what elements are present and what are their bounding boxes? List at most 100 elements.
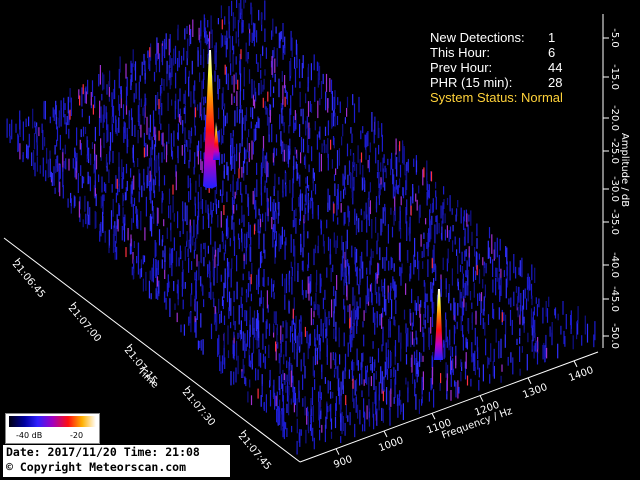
- noise-spike: [431, 366, 434, 385]
- noise-spike: [424, 293, 427, 309]
- noise-spike: [302, 108, 304, 125]
- noise-spike: [465, 270, 467, 277]
- noise-spike: [376, 240, 378, 255]
- noise-spike: [426, 160, 428, 180]
- noise-spike: [421, 382, 423, 389]
- noise-spike: [49, 150, 51, 160]
- noise-spike: [325, 91, 327, 111]
- noise-spike: [215, 186, 218, 195]
- noise-spike: [306, 331, 308, 344]
- noise-spike: [117, 188, 119, 196]
- noise-spike: [9, 123, 11, 137]
- noise-spike: [218, 298, 220, 314]
- noise-spike: [329, 195, 331, 211]
- noise-spike: [243, 254, 245, 261]
- noise-spike: [457, 200, 459, 208]
- noise-spike: [273, 323, 275, 333]
- noise-spike: [200, 252, 203, 264]
- noise-spike: [187, 38, 189, 59]
- noise-spike: [70, 198, 72, 207]
- noise-spike: [265, 394, 267, 413]
- time-tick-label: 21:06:45: [10, 259, 47, 300]
- noise-spike: [270, 196, 272, 212]
- noise-spike: [220, 128, 222, 145]
- noise-spike: [188, 130, 190, 140]
- noise-spike: [301, 279, 303, 296]
- noise-spike: [362, 424, 364, 432]
- noise-spike: [98, 116, 101, 136]
- noise-spike: [492, 279, 494, 293]
- noise-spike: [64, 103, 66, 110]
- noise-spike: [330, 352, 332, 369]
- noise-spike: [527, 273, 529, 289]
- noise-spike: [450, 303, 452, 311]
- noise-spike: [484, 284, 486, 298]
- noise-spike: [121, 159, 123, 178]
- noise-spike: [206, 34, 208, 44]
- noise-spike: [280, 374, 282, 389]
- noise-spike: [355, 164, 358, 177]
- noise-spike: [273, 199, 275, 219]
- noise-spike: [371, 293, 373, 306]
- noise-spike: [28, 116, 30, 127]
- noise-spike: [319, 98, 321, 106]
- noise-spike: [249, 379, 251, 388]
- noise-spike: [457, 281, 459, 291]
- noise-spike: [518, 267, 520, 275]
- noise-spike: [215, 249, 217, 257]
- noise-spike: [449, 195, 451, 212]
- noise-spike: [60, 108, 62, 127]
- noise-spike: [409, 265, 411, 277]
- noise-spike: [197, 210, 199, 221]
- noise-spike: [258, 320, 260, 338]
- noise-spike: [284, 45, 286, 55]
- noise-spike: [454, 302, 456, 322]
- noise-spike: [214, 190, 216, 205]
- noise-spike: [248, 33, 250, 46]
- noise-spike: [355, 310, 357, 320]
- noise-spike: [243, 89, 245, 101]
- noise-spike: [112, 88, 115, 100]
- noise-spike: [282, 85, 284, 105]
- noise-spike: [366, 295, 368, 305]
- noise-spike: [99, 65, 101, 85]
- noise-spike: [260, 352, 262, 368]
- noise-spike: [331, 299, 333, 318]
- noise-spike: [478, 269, 481, 284]
- noise-spike: [223, 153, 225, 163]
- noise-spike: [143, 255, 146, 263]
- noise-spike: [292, 84, 294, 96]
- noise-spike-hot: [399, 141, 401, 152]
- noise-spike: [418, 260, 420, 281]
- noise-spike: [500, 338, 502, 358]
- noise-spike: [584, 315, 586, 335]
- noise-spike: [243, 67, 245, 87]
- legend-high-label: -20: [70, 431, 84, 440]
- noise-spike: [108, 229, 110, 248]
- noise-spike: [274, 73, 276, 83]
- noise-spike: [298, 380, 300, 400]
- noise-spike: [297, 340, 299, 351]
- noise-spike: [248, 271, 250, 280]
- noise-spike: [294, 389, 296, 404]
- noise-spike: [232, 12, 234, 32]
- noise-spike: [239, 62, 241, 74]
- noise-spike: [300, 315, 302, 322]
- noise-spike: [352, 287, 354, 306]
- noise-spike: [378, 381, 380, 401]
- noise-spike: [442, 257, 444, 270]
- noise-spike: [137, 243, 140, 263]
- noise-spike: [275, 148, 278, 156]
- noise-spike: [278, 411, 281, 418]
- noise-spike: [289, 108, 291, 127]
- color-scale-bar: [9, 416, 96, 427]
- noise-spike: [335, 168, 337, 175]
- noise-spike: [318, 391, 320, 402]
- noise-spike: [299, 81, 301, 89]
- noise-spike: [465, 302, 467, 311]
- noise-spike: [342, 258, 344, 277]
- noise-spike: [445, 327, 447, 343]
- noise-spike: [243, 233, 246, 249]
- noise-spike: [44, 100, 46, 120]
- noise-spike: [140, 124, 142, 138]
